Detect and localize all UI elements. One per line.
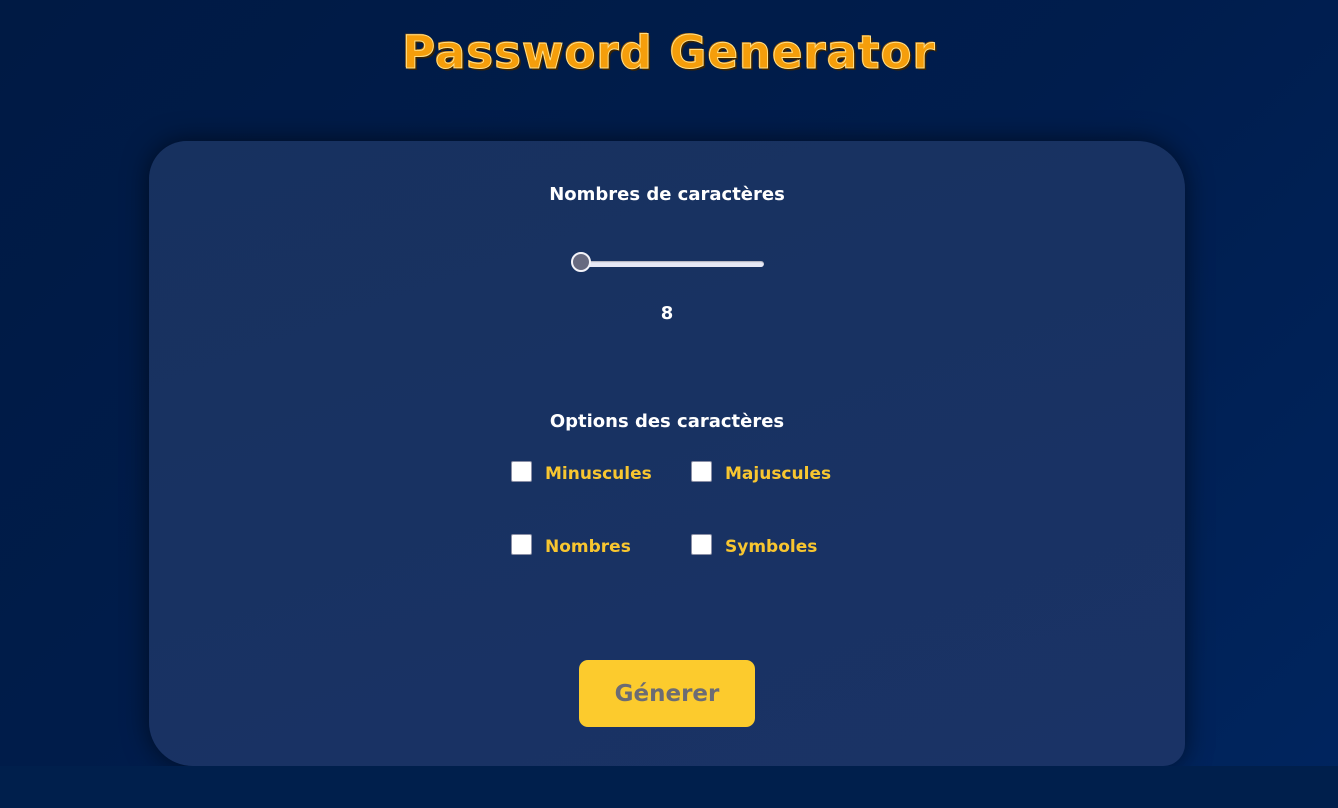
- length-slider-track[interactable]: [581, 261, 764, 267]
- uppercase-label[interactable]: Majuscules: [725, 464, 831, 485]
- generate-button[interactable]: Génerer: [579, 660, 755, 727]
- lowercase-checkbox[interactable]: [511, 461, 532, 482]
- options-label: Options des caractères: [549, 411, 785, 432]
- option-uppercase[interactable]: Majuscules: [691, 461, 831, 485]
- option-numbers[interactable]: Nombres: [511, 534, 631, 558]
- length-value: 8: [660, 303, 674, 324]
- option-symbols[interactable]: Symboles: [691, 534, 817, 558]
- symbols-label[interactable]: Symboles: [725, 537, 817, 558]
- numbers-checkbox[interactable]: [511, 534, 532, 555]
- length-slider-thumb[interactable]: [571, 252, 591, 272]
- symbols-checkbox[interactable]: [691, 534, 712, 555]
- option-lowercase[interactable]: Minuscules: [511, 461, 652, 485]
- length-label: Nombres de caractères: [549, 184, 785, 205]
- app-title: Password Generator: [402, 26, 936, 80]
- generator-card: Nombres de caractères 8 Options des cara…: [149, 141, 1185, 766]
- lowercase-label[interactable]: Minuscules: [545, 464, 652, 485]
- uppercase-checkbox[interactable]: [691, 461, 712, 482]
- footer-strip: [0, 766, 1338, 808]
- numbers-label[interactable]: Nombres: [545, 537, 631, 558]
